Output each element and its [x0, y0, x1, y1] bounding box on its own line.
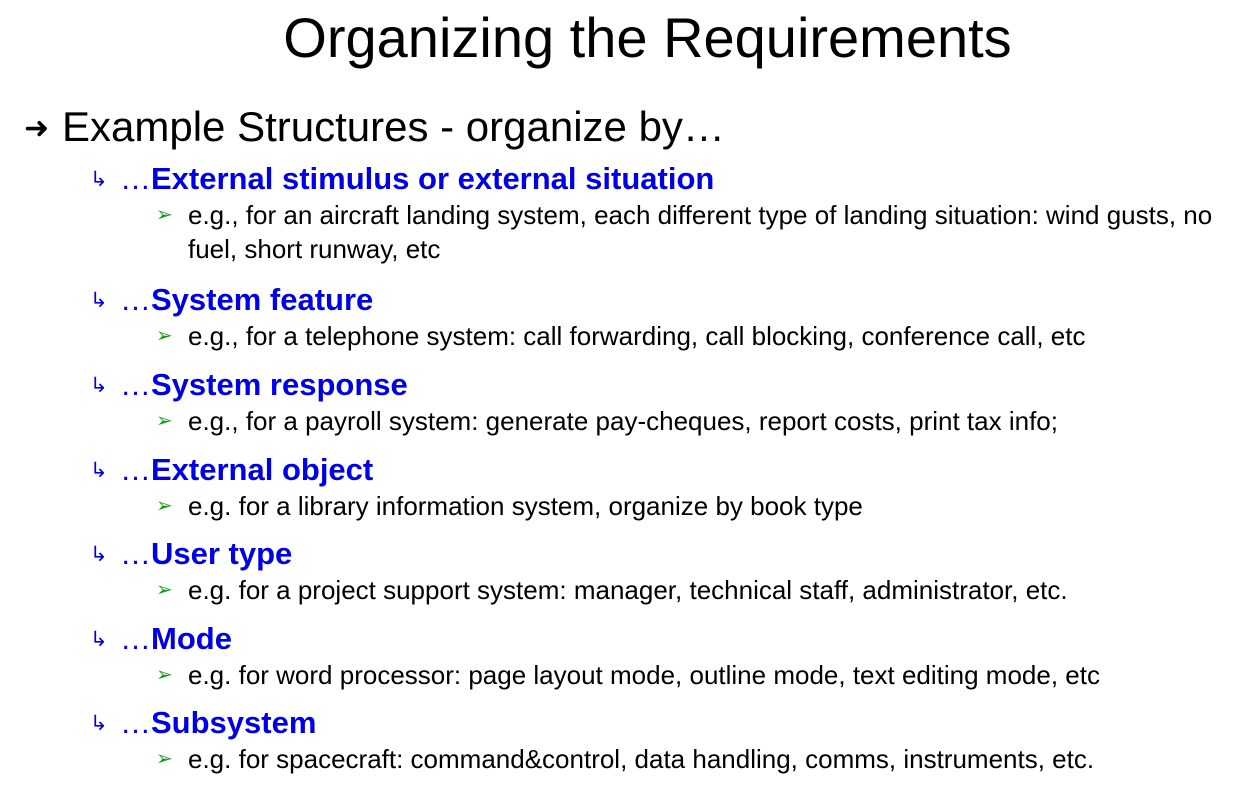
green-triangle-icon: ➢	[156, 204, 173, 226]
structure-example-text: e.g. for word processor: page layout mod…	[188, 660, 1100, 690]
structure-item: ↳ …User type ➢ e.g. for a project support …	[90, 536, 1245, 607]
structure-item: ↳ …External object ➢ e.g. for a library in…	[90, 452, 1245, 523]
structure-example: ➢ e.g. for a project support system: mana…	[156, 573, 1245, 607]
structure-example-text: e.g. for spacecraft: command&control, da…	[188, 744, 1095, 774]
structure-item: ↳ …System response ➢ e.g., for a payroll s…	[90, 367, 1245, 438]
structure-heading: ↳ …External object	[90, 452, 374, 487]
structure-item: ↳ …Subsystem ➢ e.g. for spacecraft: comman…	[90, 705, 1245, 776]
structure-example-text: e.g., for a telephone system: call forwa…	[188, 321, 1086, 351]
structure-heading-text: System response	[151, 367, 408, 402]
structure-example: ➢ e.g. for word processor: page layout mo…	[156, 658, 1245, 692]
structure-heading-text: System feature	[151, 282, 374, 317]
structure-heading-text: Subsystem	[151, 705, 317, 740]
hooked-arrow-icon: ↳	[90, 168, 108, 191]
structure-heading-text: External stimulus or external situation	[151, 161, 715, 196]
green-triangle-icon: ➢	[156, 748, 173, 770]
structure-example-text: e.g., for a payroll system: generate pay…	[188, 406, 1058, 436]
structure-item: ↳ …External stimulus or external situatio…	[90, 161, 1245, 266]
structure-example-text: e.g., for an aircraft landing system, ea…	[188, 200, 1213, 264]
structure-example: ➢ e.g. for a library information system, …	[156, 489, 1245, 523]
structure-heading: ↳ …Mode	[90, 621, 232, 656]
structure-example: ➢ e.g. for spacecraft: command&control, d…	[156, 742, 1245, 776]
structure-example-text: e.g. for a library information system, o…	[188, 491, 863, 521]
hooked-arrow-icon: ↳	[90, 628, 108, 651]
green-triangle-icon: ➢	[156, 579, 173, 601]
structure-heading: ↳ …Subsystem	[90, 705, 317, 740]
main-bullet-text: Example Structures - organize by…	[62, 103, 725, 150]
structure-heading-text: Mode	[151, 621, 232, 656]
hooked-arrow-icon: ↳	[90, 459, 108, 482]
hooked-arrow-icon: ↳	[90, 374, 108, 397]
structure-heading-text: External object	[151, 452, 374, 487]
hooked-arrow-icon: ↳	[90, 712, 108, 735]
right-arrow-icon: ➜	[24, 112, 50, 145]
structure-example: ➢ e.g., for an aircraft landing system, e…	[156, 198, 1245, 266]
structure-heading-text: User type	[151, 536, 293, 571]
structure-heading: ↳ …System feature	[90, 282, 374, 317]
hooked-arrow-icon: ↳	[90, 289, 108, 312]
slide-title: Organizing the Requirements	[283, 6, 1012, 69]
hooked-arrow-icon: ↳	[90, 543, 108, 566]
structure-example-text: e.g. for a project support system: manag…	[188, 575, 1068, 605]
green-triangle-icon: ➢	[156, 664, 173, 686]
structure-item: ↳ …Mode ➢ e.g. for word processor: page la…	[90, 621, 1245, 692]
structure-heading: ↳ …External stimulus or external situatio…	[90, 161, 715, 196]
green-triangle-icon: ➢	[156, 495, 173, 517]
main-bullet: ➜ Example Structures - organize by…	[24, 99, 725, 157]
structure-example: ➢ e.g., for a telephone system: call forw…	[156, 319, 1245, 353]
structure-example: ➢ e.g., for a payroll system: generate pa…	[156, 404, 1245, 438]
structure-heading: ↳ …System response	[90, 367, 408, 402]
structure-heading: ↳ …User type	[90, 536, 293, 571]
green-triangle-icon: ➢	[156, 410, 173, 432]
green-triangle-icon: ➢	[156, 325, 173, 347]
structure-item: ↳ …System feature ➢ e.g., for a telephone …	[90, 282, 1245, 353]
